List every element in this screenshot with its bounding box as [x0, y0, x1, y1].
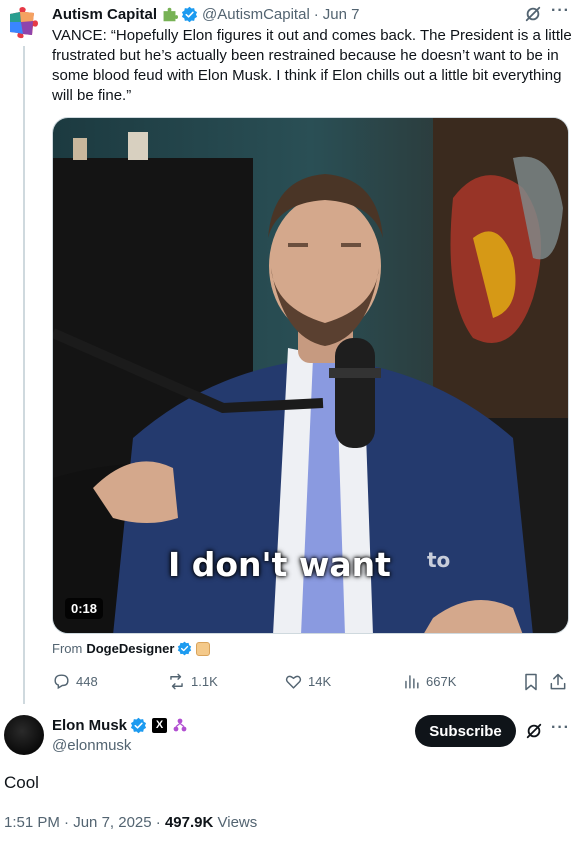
quoted-more-options-icon[interactable]: ··· — [551, 2, 570, 20]
main-views-count: 497.9K — [164, 814, 214, 831]
separator-dot: · — [155, 814, 161, 831]
repost-count: 1.1K — [191, 674, 218, 689]
video-source-attribution: From DogeDesigner — [52, 641, 211, 656]
main-more-options-icon[interactable]: ··· — [551, 719, 570, 737]
video-player[interactable]: I don't want to 0:18 — [52, 117, 569, 634]
video-caption-tail: to — [427, 548, 451, 572]
main-tweet-metadata: 1:51 PM · Jun 7, 2025 · 497.9K Views — [4, 814, 257, 831]
affiliation-badge-icon — [196, 641, 211, 656]
source-author-name[interactable]: DogeDesigner — [86, 641, 174, 656]
quoted-tweet-text: VANCE: “Hopefully Elon figures it out an… — [52, 27, 572, 104]
quoted-author-name[interactable]: Autism Capital — [52, 6, 157, 23]
reply-button[interactable]: 448 — [52, 672, 98, 691]
repost-button[interactable]: 1.1K — [167, 672, 218, 691]
main-views-label: Views — [217, 814, 258, 831]
separator-dot: · — [313, 5, 319, 23]
video-caption: I don't want — [168, 545, 391, 584]
views-button[interactable]: 667K — [402, 672, 456, 691]
main-author-handle[interactable]: @elonmusk — [52, 737, 131, 754]
views-count: 667K — [426, 674, 457, 689]
puzzle-piece-icon — [163, 7, 179, 21]
elon-musk-avatar[interactable] — [4, 715, 44, 755]
main-tweet-date[interactable]: Jun 7, 2025 — [73, 814, 151, 831]
grok-icon[interactable] — [524, 5, 542, 23]
heart-icon — [285, 675, 302, 689]
quoted-tweet-actions: 448 1.1K 14K 667K — [52, 672, 574, 694]
thread-connector-line — [23, 46, 25, 704]
main-tweet-author-row: Elon Musk X — [52, 715, 188, 735]
reply-count: 448 — [76, 674, 98, 689]
reply-icon — [54, 674, 69, 690]
from-label: From — [52, 641, 83, 656]
autism-capital-avatar[interactable] — [6, 4, 42, 40]
repost-icon — [170, 673, 183, 690]
subscribe-button[interactable]: Subscribe — [415, 715, 516, 747]
verified-badge-icon — [130, 717, 147, 733]
like-count: 14K — [308, 674, 332, 689]
affiliates-icon[interactable] — [172, 717, 188, 733]
video-duration: 0:18 — [65, 598, 104, 619]
views-bar-chart-icon — [405, 675, 419, 689]
quoted-tweet-date[interactable]: Jun 7 — [323, 6, 360, 23]
quoted-tweet-header: Autism Capital @AutismCapital · Jun 7 — [52, 4, 359, 24]
verified-badge-icon — [181, 6, 198, 22]
like-button[interactable]: 14K — [284, 672, 331, 691]
separator-dot: · — [64, 814, 70, 831]
bookmark-icon[interactable] — [521, 672, 541, 692]
verified-badge-icon — [178, 641, 192, 656]
main-tweet-time[interactable]: 1:51 PM — [4, 814, 60, 831]
main-author-name[interactable]: Elon Musk — [52, 717, 127, 734]
share-icon[interactable] — [548, 672, 568, 692]
quoted-author-handle[interactable]: @AutismCapital — [202, 6, 310, 23]
grok-icon[interactable] — [525, 722, 543, 740]
main-tweet-text: Cool — [4, 773, 39, 792]
x-affiliation-icon[interactable]: X — [152, 717, 168, 733]
